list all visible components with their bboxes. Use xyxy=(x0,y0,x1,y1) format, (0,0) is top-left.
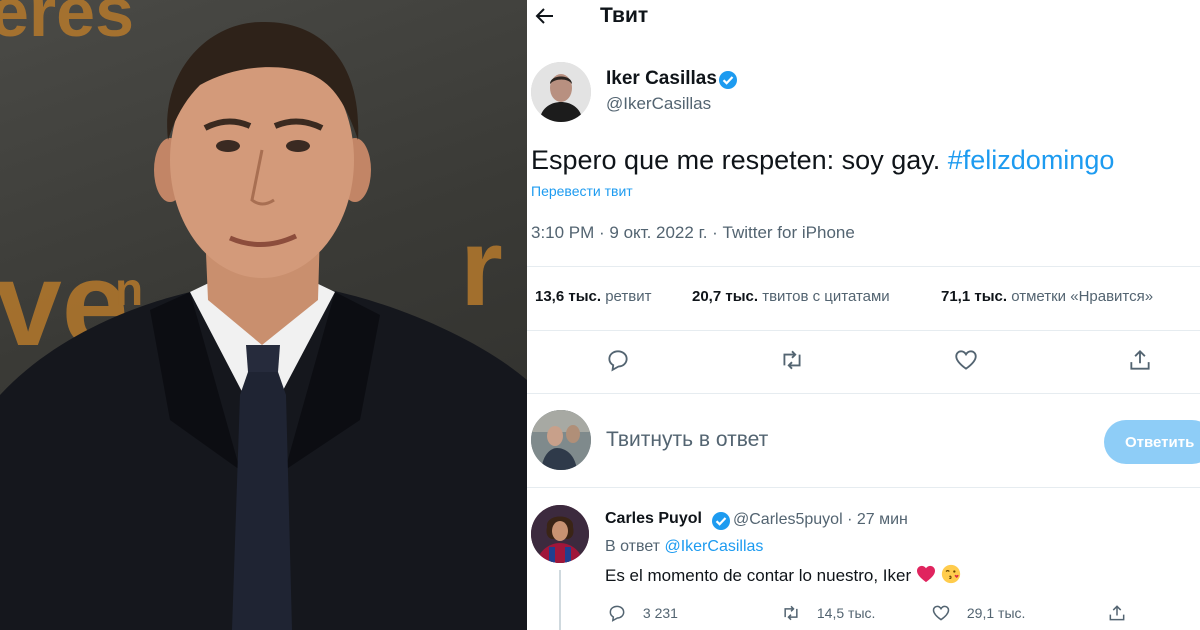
reply-time[interactable]: · 27 мин xyxy=(847,511,908,528)
quote-count: 20,7 тыс. xyxy=(692,288,759,305)
reply-author-handle-and-time: @Carles5puyol · 27 мин xyxy=(733,511,908,529)
reply-like-action[interactable]: 29,1 тыс. xyxy=(931,603,1025,625)
like-stat[interactable]: 71,1 тыс. отметки «Нравится» xyxy=(941,288,1153,305)
tweet-screenshot-panel: Твит Iker Casillas @IkerCasillas Espero … xyxy=(527,0,1200,630)
divider xyxy=(527,393,1200,394)
reply-share-action[interactable] xyxy=(1107,603,1127,625)
arrow-left-icon[interactable] xyxy=(535,6,555,26)
reply-retweet-action[interactable]: 14,5 тыс. xyxy=(781,603,875,625)
like-stat-label: отметки «Нравится» xyxy=(1011,288,1154,305)
retweet-stat[interactable]: 13,6 тыс. ретвит xyxy=(535,288,651,305)
reply-input[interactable]: Твитнуть в ответ xyxy=(606,428,768,452)
divider xyxy=(527,266,1200,267)
quote-stat[interactable]: 20,7 тыс. твитов с цитатами xyxy=(692,288,890,305)
share-icon xyxy=(1109,605,1125,621)
hashtag-link[interactable]: #felizdomingo xyxy=(948,145,1115,175)
tweet-header: Твит xyxy=(527,0,1200,34)
svg-text:n: n xyxy=(115,263,143,315)
divider xyxy=(527,330,1200,331)
svg-text:r: r xyxy=(460,206,503,329)
like-count: 71,1 тыс. xyxy=(941,288,1008,305)
heart-icon[interactable] xyxy=(953,347,979,373)
verified-badge-icon xyxy=(711,511,731,531)
replying-to-prefix: В ответ xyxy=(605,538,661,555)
divider xyxy=(527,487,1200,488)
reply-author-avatar[interactable] xyxy=(531,505,589,563)
verified-badge-icon xyxy=(718,70,738,90)
casillas-portrait-photo: eres ve n r xyxy=(0,0,527,630)
tweet-body-text: Espero que me respeten: soy gay. xyxy=(531,145,941,175)
thread-line xyxy=(559,570,561,630)
reply-body-text: Es el momento de contar lo nuestro, Iker xyxy=(605,565,912,585)
red-heart-emoji xyxy=(916,565,936,588)
translate-tweet-link[interactable]: Перевести твит xyxy=(531,183,633,199)
retweet-icon[interactable] xyxy=(779,347,805,373)
current-user-avatar xyxy=(531,410,591,470)
tweet-text: Espero que me respeten: soy gay. #felizd… xyxy=(531,145,1114,176)
reply-icon[interactable] xyxy=(605,347,631,373)
replying-to-mention[interactable]: @IkerCasillas xyxy=(664,538,763,555)
reply-reply-action[interactable]: 3 231 xyxy=(607,603,678,625)
reply-like-count: 29,1 тыс. xyxy=(966,605,1026,621)
replying-to: В ответ @IkerCasillas xyxy=(605,538,763,556)
retweet-count: 13,6 тыс. xyxy=(535,288,602,305)
share-icon[interactable] xyxy=(1127,347,1153,373)
quote-stat-label: твитов с цитатами xyxy=(762,288,890,305)
retweet-stat-label: ретвит xyxy=(605,288,652,305)
author-handle[interactable]: @IkerCasillas xyxy=(606,94,711,114)
author-avatar[interactable] xyxy=(531,62,591,122)
face-blowing-kiss-emoji xyxy=(941,564,961,589)
reply-author-name[interactable]: Carles Puyol xyxy=(605,510,702,528)
reply-retweet-count: 14,5 тыс. xyxy=(816,605,876,621)
reply-text: Es el momento de contar lo nuestro, Iker xyxy=(605,564,961,589)
retweet-icon xyxy=(784,605,798,621)
author-name[interactable]: Iker Casillas xyxy=(606,68,717,90)
heart-icon xyxy=(932,605,950,621)
reply-author-handle[interactable]: @Carles5puyol xyxy=(733,511,843,528)
tweet-timestamp[interactable]: 3:10 PM · 9 окт. 2022 г. · Twitter for i… xyxy=(531,223,855,243)
reply-icon xyxy=(609,605,625,622)
reply-button[interactable]: Ответить xyxy=(1104,420,1200,464)
svg-text:eres: eres xyxy=(0,0,134,51)
reply-reply-count: 3 231 xyxy=(642,605,678,621)
page-title: Твит xyxy=(600,4,649,27)
